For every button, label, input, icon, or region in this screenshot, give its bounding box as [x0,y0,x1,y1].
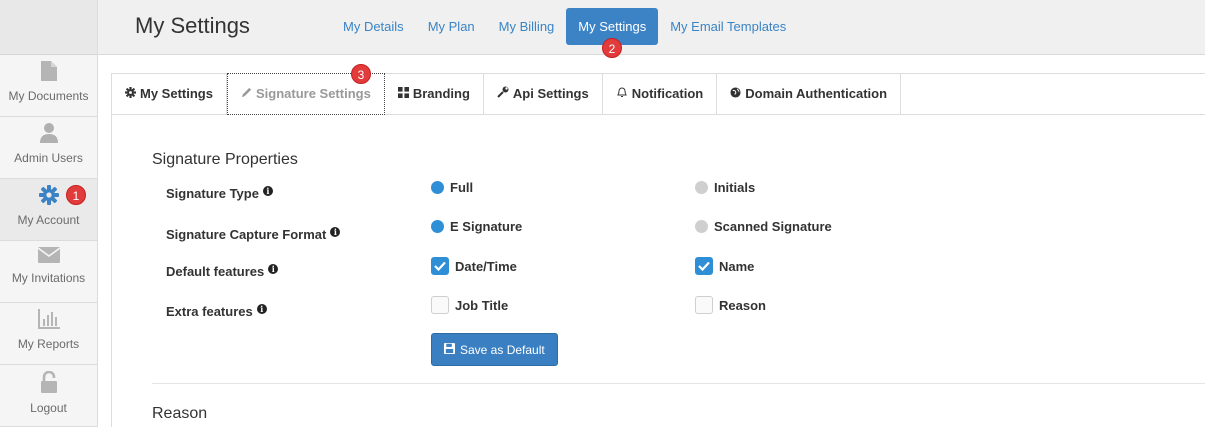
sidebar-item-my-account[interactable]: My Account 1 [0,179,97,241]
tab-domain-authentication[interactable]: Domain Authentication [717,74,902,114]
page-title: My Settings [135,13,250,38]
name-checkbox[interactable]: Name [695,257,754,275]
signature-type-full-radio[interactable]: Full [431,180,473,195]
default-features-label: Default features i [166,264,279,279]
step-badge-3: 3 [351,64,371,84]
sidebar-item-label: Logout [30,401,67,415]
info-icon: i [330,227,341,237]
document-icon [40,61,57,81]
settings-tabs: My Settings Signature Settings Branding … [111,73,1205,115]
sidebar-item-label: My Account [17,213,80,227]
gear-icon [125,74,136,114]
unlock-icon [40,371,58,393]
tab-api-settings[interactable]: Api Settings [484,74,603,114]
reason-checkbox[interactable]: Reason [695,296,766,314]
signature-type-label: Signature Type i [166,186,273,201]
signature-type-initials-radio[interactable]: Initials [695,180,755,195]
sidebar-item-my-documents[interactable]: My Documents [0,55,97,117]
extra-features-label: Extra features i [166,304,267,319]
tab-label: Branding [412,86,470,101]
grid-icon [397,74,409,114]
user-icon [39,123,58,143]
reason-section-title: Reason [152,405,208,422]
bell-icon [616,74,628,114]
date-time-checkbox[interactable]: Date/Time [431,257,517,275]
sidebar-item-label: My Invitations [11,271,86,285]
info-icon: i [256,304,267,314]
radio-selected-icon [431,181,444,194]
sidebar-item-my-reports[interactable]: My Reports [0,303,97,365]
sidebar-item-logout[interactable]: Logout [0,365,97,427]
sidebar-item-label: My Documents [8,89,89,103]
nav-my-details[interactable]: My Details [331,8,416,45]
top-header: My Settings My Details My Plan My Billin… [98,0,1205,55]
checkmark-icon [431,257,449,275]
capture-format-label: Signature Capture Format i [166,227,341,242]
checkmark-icon [695,257,713,275]
tab-my-settings[interactable]: My Settings [112,74,227,114]
step-badge-1: 1 [66,185,86,205]
top-nav: My Details My Plan My Billing My Setting… [331,8,798,45]
nav-my-billing[interactable]: My Billing [487,8,567,45]
tab-notification[interactable]: Notification [603,74,718,114]
wrench-icon [497,74,509,114]
sidebar-item-label: My Reports [17,337,80,351]
info-icon: i [262,186,273,196]
tab-branding[interactable]: Branding [385,74,484,114]
tab-label: Api Settings [512,86,589,101]
section-title: Signature Properties [152,151,298,168]
job-title-checkbox[interactable]: Job Title [431,296,508,314]
nav-my-email-templates[interactable]: My Email Templates [658,8,798,45]
capture-format-e-signature-radio[interactable]: E Signature [431,219,522,234]
globe-icon [730,74,741,114]
floppy-disk-icon [444,342,455,357]
radio-unselected-icon [695,181,708,194]
gear-icon [38,185,59,205]
sidebar-item-my-invitations[interactable]: My Invitations [0,241,97,303]
checkbox-empty-icon [431,296,449,314]
sidebar-logo-area [0,0,97,55]
tab-label: Notification [631,86,704,101]
save-as-default-button[interactable]: Save as Default [431,333,558,366]
capture-format-scanned-radio[interactable]: Scanned Signature [695,219,832,234]
nav-my-plan[interactable]: My Plan [416,8,487,45]
bar-chart-icon [37,309,60,329]
pencil-icon [241,74,252,114]
sidebar-item-label: Admin Users [14,151,83,165]
radio-unselected-icon [695,220,708,233]
section-divider [152,383,1205,384]
sidebar-item-admin-users[interactable]: Admin Users [0,117,97,179]
tab-label: My Settings [140,86,213,101]
info-icon: i [268,264,279,274]
signature-settings-panel: Signature Properties Signature Type i Ful… [111,115,1205,427]
step-badge-2: 2 [602,38,622,58]
envelope-icon [37,247,60,263]
sidebar: My Documents Admin Users My Account 1 My… [0,0,98,427]
radio-selected-icon [431,220,444,233]
tab-label: Domain Authentication [745,86,888,101]
checkbox-empty-icon [695,296,713,314]
